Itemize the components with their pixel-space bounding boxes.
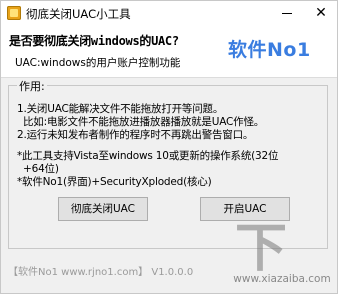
uac-description: UAC:windows的用户账户控制功能 — [15, 57, 181, 69]
info-line: 2.运行未知发布者制作的程序时不再跳出警告窗口。 — [17, 129, 254, 141]
watermark-url: www.xiazaiba.com — [233, 273, 331, 285]
brand-logo: 软件No1 — [228, 39, 311, 61]
disable-uac-button[interactable]: 彻底关闭UAC — [58, 197, 148, 221]
enable-uac-button[interactable]: 开启UAC — [200, 197, 290, 221]
title-bar: 彻底关闭UAC小工具 ✕ — [1, 1, 337, 25]
groupbox-legend: 作用: — [17, 78, 47, 94]
minimize-button[interactable] — [271, 1, 303, 25]
app-window: 彻底关闭UAC小工具 ✕ 是否要彻底关闭windows的UAC? UAC:win… — [0, 0, 338, 294]
watermark-logo: 下 — [235, 219, 288, 279]
version-footer: 【软件No1 www.rjno1.com】 V1.0.0.0 — [8, 267, 194, 278]
question-heading: 是否要彻底关闭windows的UAC? — [9, 34, 179, 48]
close-button[interactable]: ✕ — [305, 1, 337, 25]
info-line: *软件No1(界面)+SecurityXploded(核心) — [17, 176, 212, 188]
site-watermark: 下 www.xiazaiba.com — [229, 221, 335, 291]
header-panel: 是否要彻底关闭windows的UAC? UAC:windows的用户账户控制功能… — [1, 25, 337, 78]
window-title: 彻底关闭UAC小工具 — [26, 7, 131, 21]
app-icon — [7, 6, 21, 20]
